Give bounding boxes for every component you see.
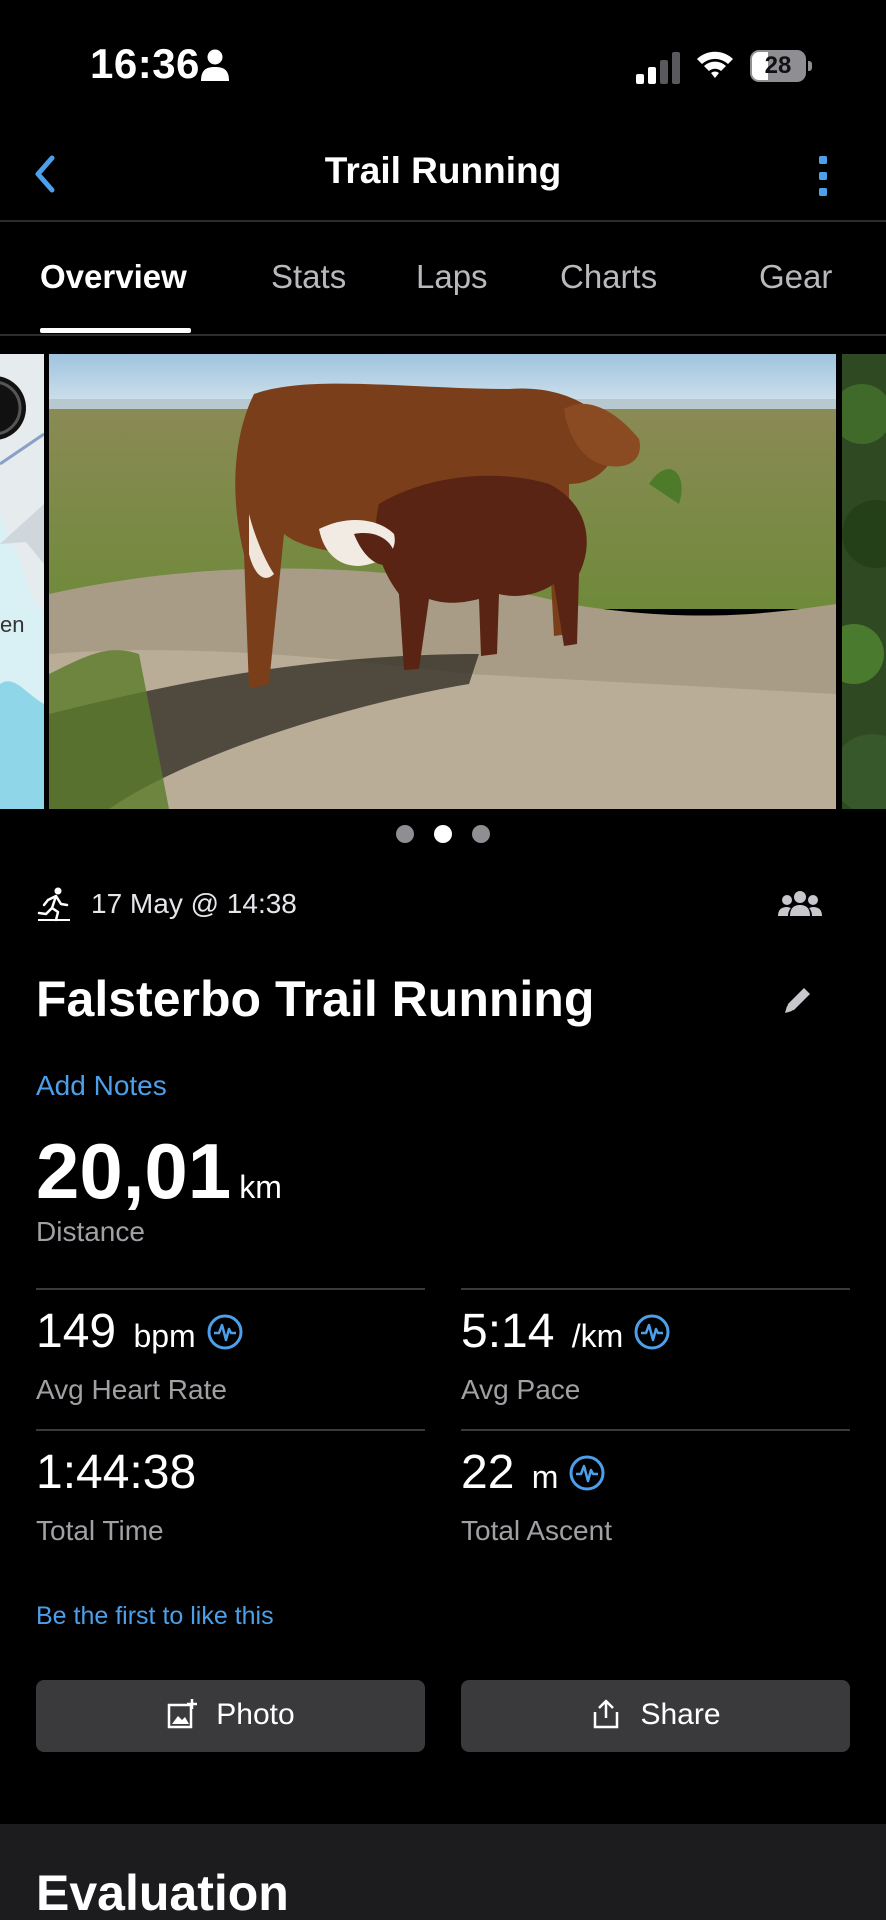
active-tab-indicator xyxy=(40,328,191,333)
stat-label: Avg Pace xyxy=(461,1374,581,1405)
stat-label: Total Time xyxy=(36,1515,164,1546)
group-icon[interactable] xyxy=(778,888,822,920)
page-dot-active[interactable] xyxy=(434,825,452,843)
tab-overview[interactable]: Overview xyxy=(40,258,187,296)
wifi-icon xyxy=(697,51,733,78)
status-bar: 16:36 28 xyxy=(0,0,886,130)
evaluation-title: Evaluation xyxy=(36,1865,289,1920)
activity-photo[interactable] xyxy=(49,354,836,809)
more-options-icon[interactable] xyxy=(800,148,846,204)
cellular-signal-icon xyxy=(636,52,680,84)
share-button-label: Share xyxy=(640,1698,721,1731)
stat-avg-pace[interactable]: 5:14 /km Avg Pace xyxy=(461,1288,850,1428)
stat-value: 5:14 xyxy=(461,1305,555,1358)
stat-avg-heart-rate[interactable]: 149 bpm Avg Heart Rate xyxy=(36,1288,425,1428)
pencil-edit-icon[interactable] xyxy=(780,982,816,1018)
stat-total-time[interactable]: 1:44:38 Total Time xyxy=(36,1429,425,1569)
page-dot[interactable] xyxy=(472,825,491,843)
chart-pulse-icon[interactable] xyxy=(206,1313,244,1351)
page-dot[interactable] xyxy=(395,825,414,843)
distance-unit: km xyxy=(239,1169,282,1205)
evaluation-section: Evaluation xyxy=(0,1824,886,1920)
stat-unit: /km xyxy=(571,1318,624,1354)
stat-total-ascent[interactable]: 22 m Total Ascent xyxy=(461,1429,850,1569)
stat-unit: bpm xyxy=(133,1318,196,1354)
tab-gear[interactable]: Gear xyxy=(759,258,832,296)
chart-pulse-icon[interactable] xyxy=(568,1454,606,1492)
stat-value: 149 xyxy=(36,1305,117,1358)
map-label: en xyxy=(0,612,24,637)
distance-label: Distance xyxy=(36,1216,145,1247)
stat-label: Total Ascent xyxy=(461,1515,612,1546)
share-button[interactable]: Share xyxy=(461,1680,850,1752)
activity-date: 17 May @ 14:38 xyxy=(91,888,297,919)
stat-value: 1:44:38 xyxy=(36,1446,197,1499)
running-icon xyxy=(37,887,70,922)
battery-level: 28 xyxy=(764,52,792,79)
tab-stats[interactable]: Stats xyxy=(271,258,346,296)
next-photo-preview[interactable] xyxy=(842,354,886,809)
chart-pulse-icon[interactable] xyxy=(633,1313,671,1351)
distance-value: 20,01 km xyxy=(36,1126,282,1217)
stat-label: Avg Heart Rate xyxy=(36,1374,227,1405)
tab-charts[interactable]: Charts xyxy=(560,258,657,296)
stat-value: 22 xyxy=(461,1446,515,1499)
add-photo-icon xyxy=(168,1699,198,1729)
battery-icon: 28 xyxy=(750,50,812,82)
map-preview[interactable]: en xyxy=(0,354,44,809)
page-title: Trail Running xyxy=(324,150,562,191)
activity-title: Falsterbo Trail Running xyxy=(36,971,595,1027)
like-link[interactable]: Be the first to like this xyxy=(36,1602,274,1631)
carousel-page-indicator xyxy=(0,825,886,845)
add-notes-link[interactable]: Add Notes xyxy=(36,1070,167,1102)
stat-unit: m xyxy=(531,1459,559,1495)
activity-meta-row: 17 May @ 14:38 xyxy=(36,882,850,926)
person-icon xyxy=(201,49,229,81)
tab-laps[interactable]: Laps xyxy=(416,258,488,296)
share-icon xyxy=(594,1699,619,1729)
add-photo-button[interactable]: Photo xyxy=(36,1680,425,1752)
nav-bar: Trail Running xyxy=(0,130,886,222)
photo-button-label: Photo xyxy=(216,1698,295,1731)
distance-number: 20,01 xyxy=(36,1127,232,1215)
media-carousel[interactable]: en xyxy=(0,354,886,809)
status-time: 16:36 xyxy=(90,40,200,87)
tab-bar: Overview Stats Laps Charts Gear xyxy=(0,222,886,336)
